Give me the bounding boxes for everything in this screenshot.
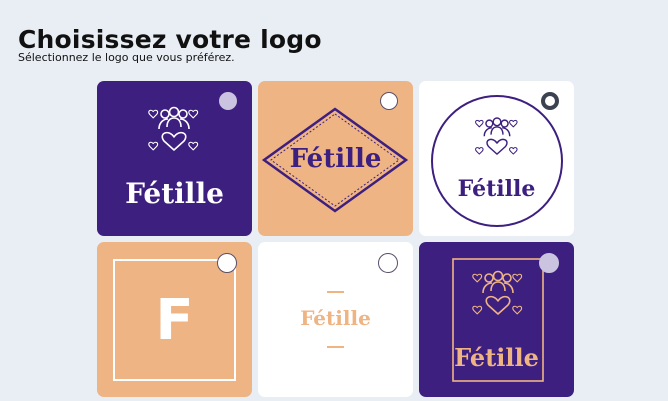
page-subtitle: Sélectionnez le logo que vous préférez. [18,51,235,64]
logo-6-radio[interactable] [539,253,559,273]
logo-1-brand: Fétille [125,177,224,210]
logo-option-3[interactable]: Fétille [419,81,574,236]
logo-option-1[interactable]: Fétille [97,81,252,236]
logo-3-brand: Fétille [457,176,536,202]
logo-option-6[interactable]: Fétille [419,242,574,397]
logo-5-radio[interactable] [378,253,398,273]
logo-option-4[interactable]: F [97,242,252,397]
logo-option-5[interactable]: Fétille [258,242,413,397]
logo-2-brand: Fétille [289,144,382,174]
logo-4-monogram: F [155,288,194,353]
logo-5-brand: Fétille [300,306,371,330]
logo-1-radio[interactable] [219,92,237,110]
logo-4-radio[interactable] [217,253,237,273]
logo-grid: Fétille Fétille Fétille F Fétille Fétill… [97,81,574,401]
logo-option-2[interactable]: Fétille [258,81,413,236]
logo-6-brand: Fétille [454,343,539,372]
page-title: Choisissez votre logo [18,24,322,54]
logo-2-radio[interactable] [380,92,398,110]
logo-3-radio[interactable] [541,92,559,110]
